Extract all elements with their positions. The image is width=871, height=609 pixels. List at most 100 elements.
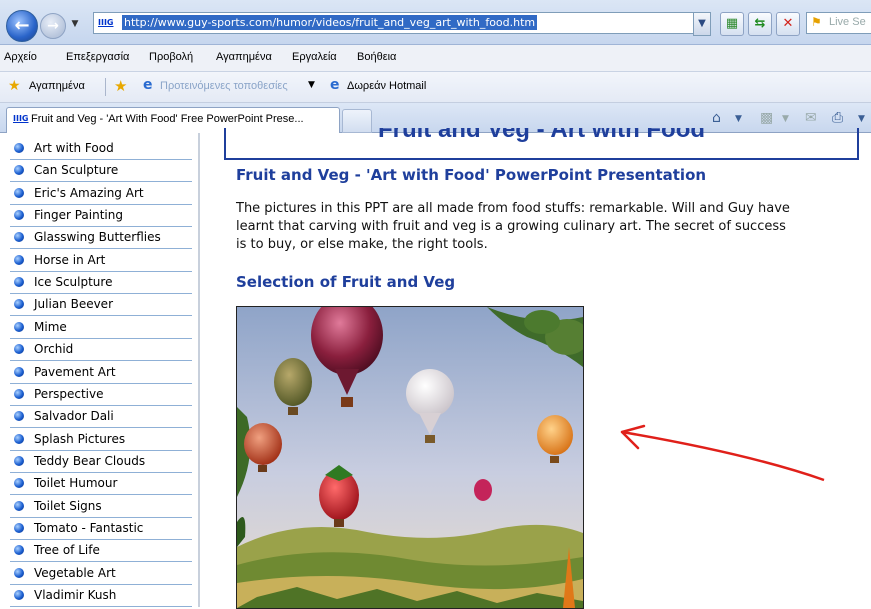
sidebar-item-label[interactable]: Splash Pictures — [34, 432, 125, 446]
sidebar-item[interactable]: Pavement Art — [10, 362, 192, 384]
sidebar-item[interactable]: Toilet Humour — [10, 473, 192, 496]
arrow-shaft — [621, 430, 825, 482]
add-favorite-icon[interactable]: ★ — [114, 77, 127, 95]
food-balloons-picture — [237, 307, 583, 608]
sidebar-item-label[interactable]: Salvador Dali — [34, 409, 114, 423]
stop-icon[interactable]: ✕ — [776, 12, 800, 36]
refresh-icon[interactable]: ⇆ — [748, 12, 772, 36]
menu-tools[interactable]: Εργαλεία — [292, 51, 337, 63]
search-input[interactable]: ⚑ Live Se — [806, 12, 871, 34]
sidebar-item[interactable]: Perspective — [10, 384, 192, 406]
sidebar-item-label[interactable]: Mime — [34, 320, 67, 334]
sidebar-item[interactable]: Tomato - Fantastic — [10, 518, 192, 540]
bullet-icon — [14, 344, 24, 355]
menu-help[interactable]: Βοήθεια — [357, 51, 396, 63]
sidebar-item[interactable]: Finger Painting — [10, 205, 192, 228]
forward-button[interactable]: → — [40, 13, 66, 39]
bullet-icon — [14, 254, 24, 265]
intro-line: The pictures in this PPT are all made fr… — [236, 201, 790, 216]
sidebar-item-label[interactable]: Julian Beever — [34, 297, 113, 311]
url-dropdown-button[interactable]: ▼ — [693, 12, 711, 36]
bullet-icon — [14, 500, 24, 511]
sidebar-item-label[interactable]: Orchid — [34, 342, 73, 356]
hotmail-link[interactable]: Δωρεάν Hotmail — [347, 80, 426, 92]
sidebar-item[interactable]: Can Sculpture — [10, 160, 192, 183]
bullet-icon — [14, 165, 24, 176]
suggested-sites-dropdown-icon[interactable]: ▼ — [308, 80, 315, 90]
sidebar-item-label[interactable]: Vegetable Art — [34, 566, 116, 580]
sidebar-item-label[interactable]: Pavement Art — [34, 365, 116, 379]
menu-edit[interactable]: Επεξεργασία — [66, 51, 129, 63]
sidebar-item-label[interactable]: Glasswing Butterflies — [34, 230, 161, 244]
sidebar-item-label[interactable]: Art with Food — [34, 141, 114, 155]
feeds-dropdown-icon[interactable]: ▼ — [782, 114, 789, 124]
sidebar-item[interactable]: Mime — [10, 317, 192, 339]
recent-pages-dropdown-icon[interactable]: ▼ — [68, 17, 82, 31]
menu-view[interactable]: Προβολή — [149, 51, 193, 63]
sidebar-item-label[interactable]: Eric's Amazing Art — [34, 186, 144, 200]
sidebar-item[interactable]: Glasswing Butterflies — [10, 227, 192, 250]
bullet-icon — [14, 143, 24, 153]
url-field[interactable]: IIIG http://www.guy-sports.com/humor/vid… — [93, 12, 695, 34]
sidebar-item[interactable]: Teddy Bear Clouds — [10, 451, 192, 473]
sidebar-item-label[interactable]: Perspective — [34, 387, 104, 401]
sidebar-item[interactable]: Art with Food — [10, 138, 192, 160]
menu-file[interactable]: Αρχείο — [4, 51, 37, 63]
tab-title: Fruit and Veg - 'Art With Food' Free Pow… — [31, 113, 304, 125]
back-button[interactable]: ← — [6, 10, 38, 42]
sidebar-item-label[interactable]: Horse in Art — [34, 253, 105, 267]
bullet-icon — [14, 210, 24, 221]
sidebar-item[interactable]: Julian Beever — [10, 294, 192, 317]
sidebar-item-label[interactable]: Toilet Signs — [34, 499, 102, 513]
mail-icon[interactable]: ✉ — [805, 110, 817, 126]
bullet-icon — [14, 299, 24, 310]
bullet-icon — [14, 545, 24, 556]
bullet-icon — [14, 411, 24, 422]
sidebar-item[interactable]: Vladimir Kush — [10, 585, 192, 607]
url-text[interactable]: http://www.guy-sports.com/humor/videos/f… — [122, 15, 538, 30]
favorites-star-icon: ★ — [8, 78, 21, 94]
compatibility-view-icon[interactable]: ▦ — [720, 12, 744, 36]
sidebar-item-label[interactable]: Can Sculpture — [34, 163, 118, 177]
sidebar-item[interactable]: Splash Pictures — [10, 429, 192, 451]
bullet-icon — [14, 388, 24, 399]
bullet-icon — [14, 433, 24, 444]
feeds-icon[interactable]: ▩ — [760, 110, 773, 126]
sidebar-item[interactable]: Eric's Amazing Art — [10, 183, 192, 205]
sidebar-nav: Art with Food Can Sculpture Eric's Amazing… — [0, 133, 192, 607]
bullet-icon — [14, 187, 24, 198]
sidebar-item[interactable]: Tree of Life — [10, 540, 192, 563]
home-icon[interactable]: ⌂ — [712, 110, 721, 126]
print-dropdown-icon[interactable]: ▼ — [858, 114, 865, 124]
sidebar-item-label[interactable]: Tree of Life — [34, 543, 100, 557]
menu-favorites[interactable]: Αγαπημένα — [216, 51, 272, 63]
sidebar-item-label[interactable]: Ice Sculpture — [34, 275, 112, 289]
page-title-banner: Fruit and Veg - Art with Food — [224, 128, 859, 160]
favbar-divider — [105, 78, 106, 96]
selection-heading: Selection of Fruit and Veg — [236, 273, 456, 291]
sidebar-item-label[interactable]: Toilet Humour — [34, 476, 117, 490]
arrow-head-icon — [620, 424, 646, 450]
sidebar-item[interactable]: Toilet Signs — [10, 496, 192, 518]
bullet-icon — [14, 522, 24, 533]
sidebar-item-label[interactable]: Vladimir Kush — [34, 588, 116, 602]
address-toolbar: ← → ▼ IIIG http://www.guy-sports.com/hum… — [0, 0, 871, 45]
suggested-sites-link[interactable]: Προτεινόμενες τοποθεσίες — [160, 80, 288, 92]
bullet-icon — [14, 277, 24, 288]
intro-line: learnt that carving with fruit and veg i… — [236, 219, 786, 234]
sidebar-item-label[interactable]: Teddy Bear Clouds — [34, 454, 145, 468]
favorites-button[interactable]: Αγαπημένα — [29, 80, 85, 92]
sidebar-item[interactable]: Vegetable Art — [10, 563, 192, 585]
sidebar-item-label[interactable]: Tomato - Fantastic — [34, 521, 143, 535]
search-placeholder: Live Se — [829, 16, 866, 28]
print-icon[interactable]: ⎙ — [832, 110, 843, 126]
sidebar-item[interactable]: Orchid — [10, 339, 192, 362]
sidebar-item[interactable]: Ice Sculpture — [10, 272, 192, 295]
sidebar-item[interactable]: Horse in Art — [10, 250, 192, 272]
ie-icon: e — [143, 77, 153, 93]
sidebar-item-label[interactable]: Finger Painting — [34, 208, 123, 222]
tab-favicon-icon: IIIG — [13, 114, 29, 123]
home-dropdown-icon[interactable]: ▼ — [735, 114, 742, 124]
intro-line: is to buy, or else make, the right tools… — [236, 237, 488, 252]
sidebar-item[interactable]: Salvador Dali — [10, 406, 192, 429]
